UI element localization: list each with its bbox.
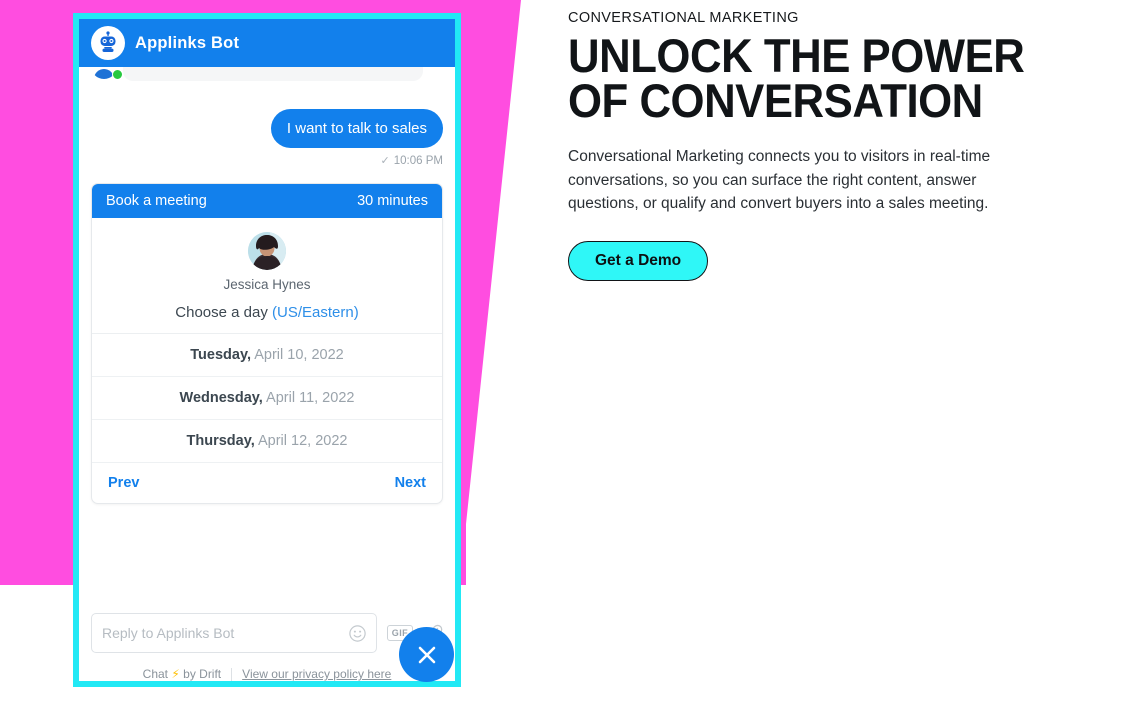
message-row-outgoing: I want to talk to sales: [91, 109, 443, 148]
chat-message-list: I want to talk to sales ✓ 10:06 PM Book …: [79, 67, 455, 599]
meeting-booking-card: Book a meeting 30 minutes Jessica Hynes …: [91, 183, 443, 504]
day-date: April 12, 2022: [254, 433, 348, 449]
eyebrow-label: CONVERSATIONAL MARKETING: [568, 10, 799, 26]
chat-composer: Reply to Applinks Bot GIF: [91, 613, 443, 653]
timezone-label: (US/Eastern): [272, 304, 359, 321]
chat-composer-area: Reply to Applinks Bot GIF Chat ⚡ by Drif…: [79, 599, 455, 681]
meeting-card-header: Book a meeting 30 minutes: [92, 184, 442, 218]
meeting-host-name: Jessica Hynes: [223, 277, 311, 292]
chat-widget-frame: Applinks Bot I want to talk to sales ✓ 1…: [73, 13, 461, 687]
robot-icon: [91, 26, 125, 60]
message-timestamp: 10:06 PM: [393, 154, 443, 167]
marketing-panel: CONVERSATIONAL MARKETING UNLOCK THE POWE…: [568, 10, 1068, 282]
page-title: UNLOCK THE POWER OF CONVERSATION: [568, 29, 1025, 127]
day-weekday: Wednesday,: [179, 390, 263, 406]
scrolled-message-preview: [91, 67, 443, 89]
brand-prefix: Chat: [142, 667, 169, 681]
message-meta: ✓ 10:06 PM: [91, 154, 443, 168]
chat-header: Applinks Bot: [79, 19, 455, 67]
meeting-pagination: Prev Next: [92, 463, 442, 503]
choose-day-prompt: Choose a day (US/Eastern): [102, 304, 432, 321]
chat-footer: Chat ⚡ by Drift View our privacy policy …: [91, 667, 443, 681]
day-date: April 11, 2022: [262, 390, 355, 406]
day-date: April 10, 2022: [251, 347, 344, 363]
reply-input[interactable]: Reply to Applinks Bot: [91, 613, 377, 653]
day-option-row[interactable]: Wednesday, April 11, 2022: [92, 377, 442, 420]
brand-suffix: by Drift: [183, 667, 222, 681]
day-option-row[interactable]: Thursday, April 12, 2022: [92, 420, 442, 463]
meeting-host-section: Jessica Hynes Choose a day (US/Eastern): [92, 218, 442, 334]
message-bubble: I want to talk to sales: [270, 109, 443, 148]
chat-title: Applinks Bot: [135, 33, 240, 52]
body-copy: Conversational Marketing connects you to…: [568, 148, 991, 212]
meeting-card-title: Book a meeting: [106, 193, 207, 209]
person-photo: [248, 232, 286, 270]
get-a-demo-button[interactable]: Get a Demo: [568, 241, 709, 282]
drift-branding: Chat ⚡ by Drift: [143, 667, 222, 681]
smiley-icon[interactable]: [349, 624, 366, 642]
close-chat-button[interactable]: [399, 627, 454, 682]
divider: [231, 667, 233, 681]
choose-day-label: Choose a day: [175, 304, 268, 321]
day-weekday: Tuesday,: [190, 347, 251, 363]
check-icon: ✓: [380, 155, 390, 167]
chat-widget: Applinks Bot I want to talk to sales ✓ 1…: [79, 19, 455, 681]
close-x-icon: [418, 646, 435, 663]
lightning-bolt-icon: ⚡: [171, 667, 180, 681]
privacy-policy-link[interactable]: View our privacy policy here: [242, 667, 391, 681]
prev-button[interactable]: Prev: [108, 475, 139, 491]
online-dot: [112, 69, 123, 80]
day-option-row[interactable]: Tuesday, April 10, 2022: [92, 334, 442, 377]
message-bubble-partial: [123, 67, 423, 81]
day-weekday: Thursday,: [186, 433, 255, 449]
meeting-duration: 30 minutes: [357, 193, 428, 209]
next-button[interactable]: Next: [395, 475, 426, 491]
reply-input-placeholder: Reply to Applinks Bot: [102, 625, 235, 641]
